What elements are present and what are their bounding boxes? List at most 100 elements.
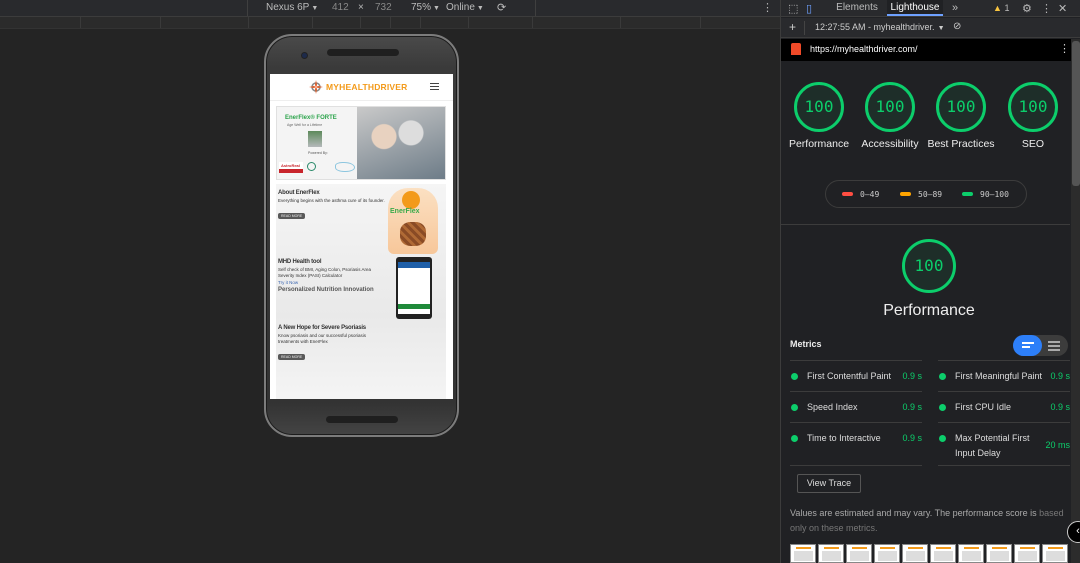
filmstrip-frame: [958, 544, 984, 563]
hero-banner[interactable]: EnerFlex® FORTE Age Well for a Lifetime …: [276, 106, 446, 180]
performance-big-gauge: 100: [902, 239, 956, 293]
hero-brand: EnerFlex® FORTE: [285, 115, 337, 121]
view-trace-button[interactable]: View Trace: [797, 474, 861, 493]
more-options-icon[interactable]: ⋮: [1041, 2, 1052, 15]
enerflex-illustration: EnerFlex: [388, 188, 438, 254]
metric-value: 0.9 s: [902, 402, 922, 412]
camera-icon: [302, 53, 307, 58]
gauge-score: 100: [875, 97, 905, 116]
toolbar-divider: [535, 0, 536, 16]
tab-lighthouse[interactable]: Lighthouse: [887, 0, 943, 16]
new-report-icon[interactable]: +: [789, 20, 796, 34]
metric-first-meaningful-paint: First Meaningful Paint 0.9 s: [938, 360, 1070, 390]
filmstrip-frame: [846, 544, 872, 563]
filmstrip-frame: [874, 544, 900, 563]
toolbar-divider: [247, 0, 248, 16]
device-toolbar: Nexus 6P ▼ 412 × 732 75% ▼ Online ▼ ⟳ ⋮: [0, 0, 780, 17]
device-toggle-icon[interactable]: ▯: [806, 2, 812, 15]
network-select[interactable]: Online ▼: [446, 2, 484, 13]
partner-logo-2: [307, 162, 333, 173]
pass-dot-icon: [939, 435, 946, 442]
metrics-view-toggle[interactable]: [1013, 335, 1068, 356]
height-input[interactable]: 732: [375, 2, 392, 13]
gauge-score: 100: [914, 256, 944, 275]
metric-time-to-interactive: Time to Interactive 0.9 s: [790, 422, 922, 466]
lighthouse-favicon-icon: [791, 43, 801, 55]
rotate-icon[interactable]: ⟳: [497, 1, 506, 14]
filmstrip-frame: [930, 544, 956, 563]
site-header: MYHEALTHDRIVER: [270, 74, 453, 101]
filmstrip: [790, 544, 1070, 563]
toggle-compact-view-icon[interactable]: [1013, 335, 1042, 356]
zoom-select[interactable]: 75% ▼: [411, 2, 440, 13]
try-it-now-link[interactable]: Try it Now: [278, 280, 388, 285]
metric-speed-index: Speed Index 0.9 s: [790, 391, 922, 421]
section-title-cut-off: Personalized Nutrition Innovation: [278, 287, 374, 293]
performance-heading: Performance: [883, 302, 975, 319]
caret-down-icon: ▼: [937, 25, 945, 32]
section-text: Self check of BMI, Aging Colon, Psoriasi…: [278, 267, 372, 278]
report-scrollbar[interactable]: [1071, 39, 1080, 563]
logo-compass-icon: [309, 80, 323, 94]
metric-name: First CPU Idle: [955, 402, 1012, 412]
section-title: MHD Health tool: [278, 259, 322, 265]
pass-dot-icon: [939, 404, 946, 411]
section-title: A New Hope for Severe Psoriasis: [278, 325, 366, 331]
gauge-label: Best Practices: [927, 138, 995, 150]
close-icon[interactable]: ✕: [1058, 2, 1067, 15]
toolbar-divider: [804, 21, 805, 35]
metric-name: Time to Interactive: [807, 433, 881, 443]
speaker-top: [327, 49, 399, 56]
read-more-button[interactable]: READ MORE: [278, 354, 306, 360]
more-options-icon[interactable]: ⋮: [762, 1, 773, 14]
clear-reports-icon[interactable]: ⊘: [953, 21, 961, 32]
inspect-element-icon[interactable]: ⬚: [788, 2, 798, 15]
metric-name: Speed Index: [807, 402, 858, 412]
hamburger-menu-icon[interactable]: [430, 83, 439, 90]
legend-range-fail: 0–49: [860, 190, 880, 199]
section-text: Everything begins with the asthma cure o…: [278, 198, 385, 203]
width-input[interactable]: 412: [332, 2, 349, 13]
gauge-label: Accessibility: [861, 138, 919, 150]
speaker-bottom: [326, 416, 398, 423]
filmstrip-frame: [818, 544, 844, 563]
performance-gauge[interactable]: 100: [794, 82, 844, 132]
report-url[interactable]: https://myhealthdriver.com/: [810, 44, 918, 54]
warnings-badge[interactable]: ▲ 1: [993, 3, 1009, 13]
times-glyph: ×: [358, 2, 364, 13]
hero-photo: [357, 107, 445, 179]
metric-max-potential-fid: Max Potential First Input Delay 20 ms: [938, 422, 1070, 466]
caret-down-icon: ▼: [476, 5, 484, 12]
phone-screen[interactable]: MYHEALTHDRIVER EnerFlex® FORTE Age Well …: [270, 74, 453, 399]
report-menu-icon[interactable]: ⋮: [1059, 42, 1070, 55]
scrollbar-thumb[interactable]: [1072, 41, 1080, 186]
pass-dot-icon: [791, 373, 798, 380]
settings-gear-icon[interactable]: ⚙: [1022, 2, 1032, 15]
read-more-button[interactable]: READ MORE: [278, 213, 306, 219]
metric-name: Max Potential First Input Delay: [955, 433, 1030, 458]
caret-down-icon: ▼: [311, 5, 319, 12]
hero-powered-by: Powered By:: [308, 151, 328, 155]
device-select[interactable]: Nexus 6P ▼: [266, 2, 318, 13]
warnings-count: 1: [1004, 3, 1010, 13]
estimate-note: Values are estimated and may vary. The p…: [790, 506, 1066, 536]
section-text: Know psoriasis and our successful psoria…: [278, 333, 367, 344]
product-box-image: [308, 131, 322, 147]
best-practices-gauge[interactable]: 100: [936, 82, 986, 132]
seo-gauge[interactable]: 100: [1008, 82, 1058, 132]
more-tabs-icon[interactable]: »: [952, 2, 958, 14]
caret-down-icon: ▼: [433, 5, 440, 12]
gauge-label: Performance: [788, 138, 850, 150]
report-url-bar: https://myhealthdriver.com/ ⋮: [781, 39, 1071, 61]
legend-swatch-fail: [842, 192, 853, 196]
accessibility-gauge[interactable]: 100: [865, 82, 915, 132]
pass-dot-icon: [791, 404, 798, 411]
site-logo-text[interactable]: MYHEALTHDRIVER: [326, 82, 408, 92]
media-query-ruler: [0, 17, 780, 29]
metric-value: 0.9 s: [1050, 402, 1070, 412]
tab-elements[interactable]: Elements: [833, 0, 881, 16]
lighthouse-report[interactable]: 100 Performance 100 Accessibility 100 Be…: [781, 61, 1070, 563]
metric-value: 0.9 s: [1050, 371, 1070, 381]
gauge-score: 100: [946, 97, 976, 116]
report-select[interactable]: 12:27:55 AM - myhealthdriver. ▼: [815, 22, 945, 32]
